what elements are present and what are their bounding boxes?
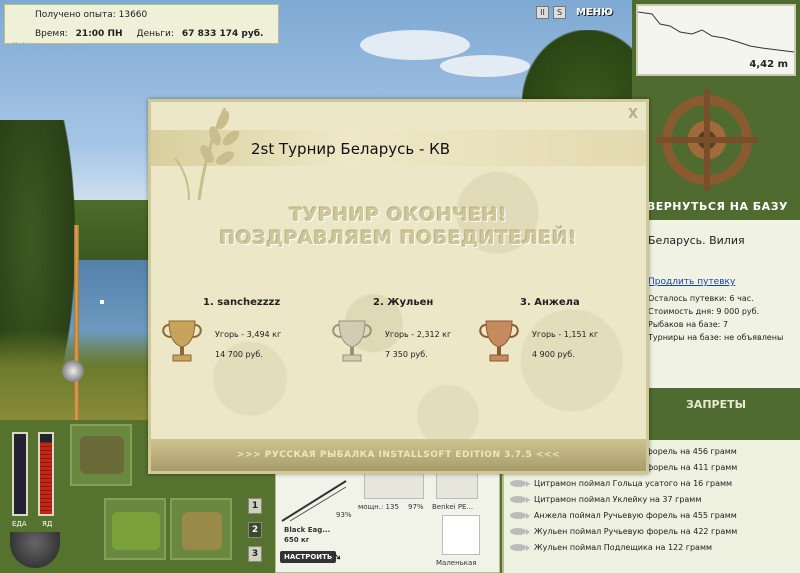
list-item: Цитрамон поймал Уклейку на 37 грамм xyxy=(510,495,701,504)
rod-name: Black Eag... xyxy=(284,526,331,534)
cloud xyxy=(360,30,470,60)
food-gauge xyxy=(12,432,28,516)
poison-level xyxy=(40,442,52,514)
dialog-title: 2st Турнир Беларусь - КВ xyxy=(251,140,451,158)
game-screen: Получено опыта: 13660 Время: 21:00 ПН Де… xyxy=(0,0,800,573)
ship-wheel-icon[interactable] xyxy=(656,89,758,191)
tackle-box-icon xyxy=(80,436,124,474)
bronze-cup-icon xyxy=(479,320,519,362)
cloud xyxy=(440,55,530,77)
fish-icon xyxy=(510,528,530,535)
time-value: 21:00 ПН xyxy=(75,29,123,39)
permit-time-left: Осталось путевки: 6 час. xyxy=(648,294,754,303)
quick-slot-2[interactable]: 2 xyxy=(248,522,262,538)
winner-name: 2. Жульен xyxy=(373,297,434,308)
menu-button[interactable]: МЕНЮ xyxy=(576,7,613,18)
money-value: 67 833 174 руб. xyxy=(181,29,264,39)
list-item: Цитрамон поймал Гольца усатого на 16 гра… xyxy=(510,479,732,488)
winner-name: 1. sanchezzzz xyxy=(203,297,281,308)
catch-text: Цитрамон поймал Уклейку на 37 грамм xyxy=(534,495,702,504)
silver-cup-icon xyxy=(332,320,372,362)
list-item: Жульен поймал Ручьевую форель на 422 гра… xyxy=(510,527,737,536)
quick-slot-1[interactable]: 1 xyxy=(248,498,262,514)
reel-wear: 97% xyxy=(408,503,424,511)
extend-permit-link[interactable]: Продлить путевку xyxy=(648,277,735,287)
version-footer: >>> РУССКАЯ РЫБАЛКА INSTALLSOFT EDITION … xyxy=(151,439,646,471)
tournaments-status: Турниры на базе: не объявлены xyxy=(648,333,784,342)
tournament-results-dialog: 2st Турнир Беларусь - КВ X ТУРНИР ОКОНЧЕ… xyxy=(148,99,649,474)
gold-cup-icon xyxy=(162,320,202,362)
depth-chart: 4,42 m xyxy=(636,4,796,76)
poison-label: ЯД xyxy=(42,520,53,528)
fish-icon xyxy=(510,480,530,487)
winner-name: 3. Анжела xyxy=(520,297,580,308)
catch-text: Цитрамон поймал Гольца усатого на 16 гра… xyxy=(534,479,733,488)
anglers-count: Рыбаков на базе: 7 xyxy=(648,320,728,329)
wheat-icon xyxy=(174,107,240,201)
food-basket-slot[interactable] xyxy=(104,498,166,560)
bans-button[interactable]: ЗАПРЕТЫ xyxy=(632,390,800,420)
money-label: Деньги: xyxy=(136,29,174,39)
reel xyxy=(62,360,84,382)
reel-slot[interactable] xyxy=(364,471,424,499)
poison-gauge xyxy=(38,432,54,516)
arrow-icon[interactable]: ➘ xyxy=(332,549,342,563)
experience-label: Получено опыта: xyxy=(35,10,116,20)
fish-icon xyxy=(510,512,530,519)
lure-slot[interactable] xyxy=(442,515,480,555)
cauldron-icon[interactable] xyxy=(10,532,60,568)
winner-prize: 4 900 руб. xyxy=(532,350,575,359)
rod-wear: 93% xyxy=(336,511,352,519)
time-label: Время: xyxy=(35,29,68,39)
close-button[interactable]: X xyxy=(628,107,638,122)
winner-fish: Угорь - 1,151 кг xyxy=(532,330,599,339)
winner-fish: Угорь - 3,494 кг xyxy=(215,330,282,339)
location-info: Беларусь. Вилия Продлить путевку Осталос… xyxy=(632,220,800,388)
rod-weight: 650 кг xyxy=(284,536,310,544)
bucket-icon xyxy=(182,512,222,550)
fish-icon xyxy=(510,496,530,503)
line-slot[interactable] xyxy=(436,471,478,499)
fish-icon xyxy=(510,544,530,551)
time-money-row: Время: 21:00 ПН Деньги: 67 833 174 руб. xyxy=(35,29,263,39)
top-controls: II S МЕНЮ xyxy=(536,6,613,19)
experience-value: 13660 xyxy=(118,10,148,20)
list-item: Жульен поймал Подлещика на 122 грамм xyxy=(510,543,712,552)
catch-text: Жульен поймал Подлещика на 122 грамм xyxy=(534,543,713,552)
food-label: ЕДА xyxy=(12,520,27,528)
location-title: Беларусь. Вилия xyxy=(648,234,745,247)
player-info-panel: Получено опыта: 13660 Время: 21:00 ПН Де… xyxy=(4,4,279,44)
depth-value: 4,42 m xyxy=(749,59,788,70)
winner-fish: Угорь - 2,312 кг xyxy=(385,330,452,339)
catch-text: Анжела поймал Ручьевую форель на 455 гра… xyxy=(534,511,737,520)
list-item: Анжела поймал Ручьевую форель на 455 гра… xyxy=(510,511,737,520)
bait-bucket-slot[interactable] xyxy=(170,498,232,560)
winner-prize: 14 700 руб. xyxy=(215,350,263,359)
line-name: Benkei PE... xyxy=(432,503,474,511)
headline-congrats: ПОЗДРАВЛЯЕМ ПОБЕДИТЕЛЕЙ! xyxy=(219,227,578,249)
day-cost: Стоимость дня: 9 000 руб. xyxy=(648,307,760,316)
vegetable-basket-icon xyxy=(112,512,160,550)
bobber xyxy=(100,300,104,304)
winner-prize: 7 350 руб. xyxy=(385,350,428,359)
sound-button[interactable]: S xyxy=(553,6,566,19)
reel-power: мощн.: 135 xyxy=(358,503,399,511)
catch-text: Жульен поймал Ручьевую форель на 422 гра… xyxy=(534,527,738,536)
setup-button[interactable]: НАСТРОИТЬ xyxy=(280,551,337,563)
lure-name: Маленькая xyxy=(436,559,477,567)
tackle-box-slot[interactable] xyxy=(70,424,132,486)
quick-slot-3[interactable]: 3 xyxy=(248,546,262,562)
return-to-base-button[interactable]: ВЕРНУТЬСЯ НА БАЗУ xyxy=(636,200,796,213)
fishing-rod[interactable] xyxy=(74,225,79,420)
pause-button[interactable]: II xyxy=(536,6,549,19)
site-watermark: fishing-games.ru xyxy=(12,42,88,52)
headline-finished: ТУРНИР ОКОНЧЕН! xyxy=(289,204,508,226)
experience-row: Получено опыта: 13660 xyxy=(35,10,147,20)
